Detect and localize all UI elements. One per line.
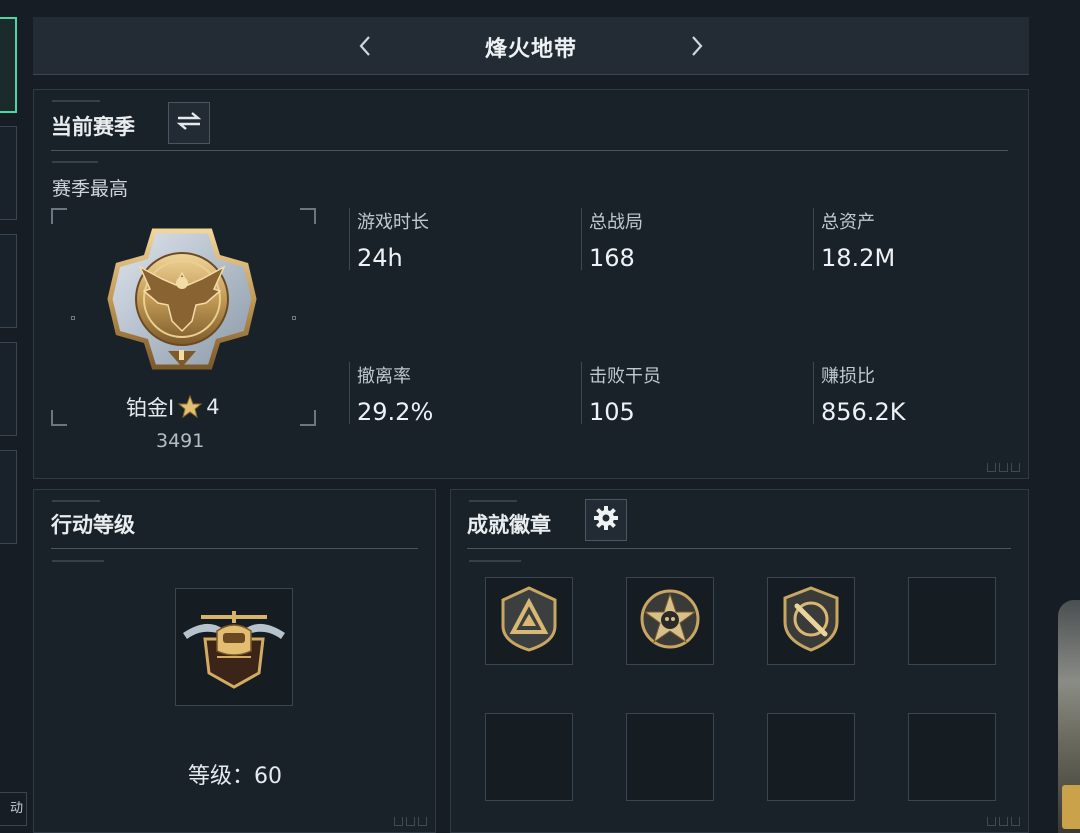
- achievement-badge-slot-empty[interactable]: [485, 713, 573, 801]
- left-rail: 动: [0, 0, 27, 833]
- chevron-right-icon[interactable]: [682, 31, 712, 61]
- swap-season-button[interactable]: [168, 102, 210, 144]
- rank-name: 铂金Ⅰ 4: [126, 392, 220, 422]
- helicopter-badge-icon: [179, 595, 289, 699]
- rail-tab[interactable]: [0, 342, 17, 436]
- stat-profit-loss-ratio: 赚损比 856.2K: [813, 362, 905, 426]
- page-title: 烽火地带: [484, 37, 577, 62]
- gear-icon: [593, 505, 619, 535]
- achievement-badge-slot[interactable]: [626, 577, 714, 665]
- swap-arrows-icon: [176, 110, 202, 136]
- achievement-badge-slot-empty[interactable]: [908, 577, 996, 665]
- achievements-title: 成就徽章: [467, 513, 551, 537]
- triangle-shield-badge-icon: [499, 586, 559, 656]
- rail-bottom-button[interactable]: 动: [0, 792, 27, 826]
- season-best-label: 赛季最高: [52, 178, 129, 200]
- stat-extraction-rate: 撤离率 29.2%: [349, 362, 433, 426]
- stat-operators-defeated: 击败干员 105: [581, 362, 661, 426]
- achievement-badge-slot[interactable]: [485, 577, 573, 665]
- stat-play-time: 游戏时长 24h: [349, 208, 429, 272]
- rail-tab-active[interactable]: [0, 17, 17, 113]
- mode-header: 烽火地带: [33, 17, 1029, 75]
- achievement-badge-slot[interactable]: [767, 577, 855, 665]
- achievement-settings-button[interactable]: [585, 499, 627, 541]
- achievement-badge-slot-empty[interactable]: [626, 713, 714, 801]
- knife-shield-badge-icon: [781, 586, 841, 656]
- rank-stars: 4: [206, 395, 220, 419]
- season-title: 当前赛季: [51, 115, 135, 139]
- action-level-title: 行动等级: [51, 513, 135, 537]
- season-panel: 当前赛季 赛季最高 铂金Ⅰ 4 3491 游戏时长 24h 总战局 168 总资…: [33, 89, 1029, 479]
- stat-total-assets: 总资产 18.2M: [813, 208, 895, 272]
- action-level-value: 等级：60: [188, 764, 282, 789]
- eagle-medal-icon: [106, 223, 258, 375]
- rank-tier: 铂金Ⅰ: [126, 396, 175, 420]
- character-figure: [1058, 600, 1080, 833]
- achievement-badge-slot-empty[interactable]: [908, 713, 996, 801]
- star-icon: [178, 395, 203, 419]
- rail-tab[interactable]: [0, 234, 17, 328]
- rail-tab[interactable]: [0, 126, 17, 220]
- level-badge-frame: [175, 588, 293, 706]
- rail-tab[interactable]: [0, 450, 17, 544]
- achievement-badge-slot-empty[interactable]: [767, 713, 855, 801]
- stat-total-matches: 总战局 168: [581, 208, 643, 272]
- star-skull-badge-icon: [639, 588, 701, 654]
- rank-score: 3491: [156, 430, 205, 452]
